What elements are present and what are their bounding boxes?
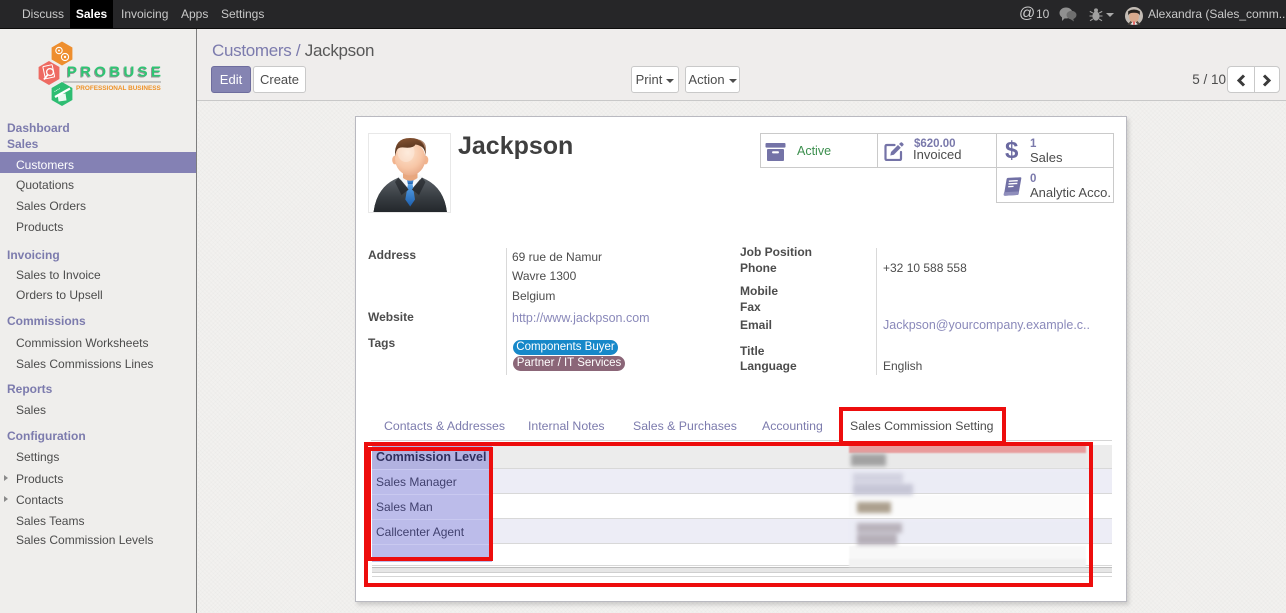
- svg-text:PROFESSIONAL BUSINESS: PROFESSIONAL BUSINESS: [76, 85, 161, 92]
- svg-text:PROBUSE: PROBUSE: [67, 64, 164, 81]
